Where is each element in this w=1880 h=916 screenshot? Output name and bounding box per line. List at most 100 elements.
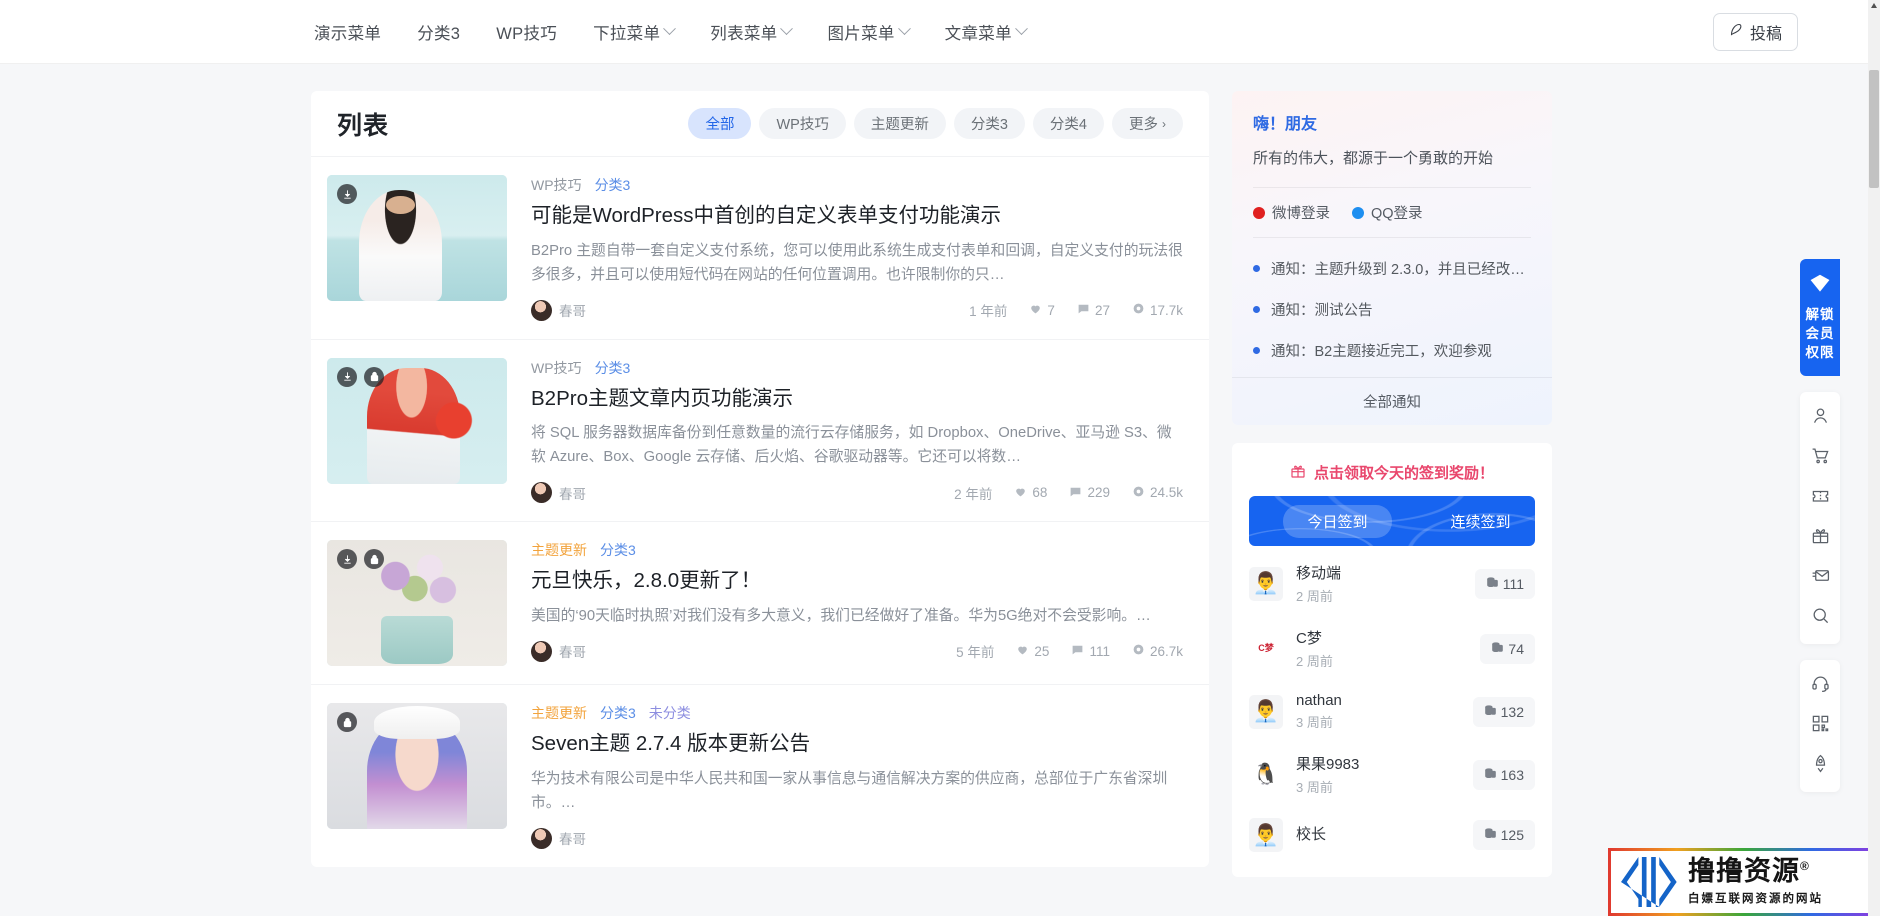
rail-button-ticket[interactable]: [1800, 478, 1840, 518]
article-thumbnail[interactable]: [327, 357, 507, 484]
article-author[interactable]: 春哥: [531, 640, 586, 662]
view-count: 17.7k: [1132, 302, 1183, 318]
article-category-link[interactable]: WP技巧: [531, 358, 582, 378]
signin-user-row[interactable]: 👨‍💼 nathan 3 周前 132: [1249, 681, 1535, 742]
signin-user-points: 125: [1472, 820, 1535, 850]
article-category-link[interactable]: 分类3: [595, 175, 631, 195]
like-count[interactable]: 7: [1029, 302, 1055, 318]
filter-chip-6[interactable]: 更多 ›: [1112, 108, 1183, 139]
signin-user-row[interactable]: 👨‍💼 移动端 2 周前 111: [1249, 551, 1535, 616]
view-all-notices-button[interactable]: 全部通知: [1232, 377, 1552, 425]
signin-reward-link[interactable]: 点击领取今天的签到奖励！: [1232, 443, 1552, 496]
article-category-link[interactable]: WP技巧: [531, 175, 582, 195]
article-category-link[interactable]: 分类3: [595, 358, 631, 378]
download-icon[interactable]: [337, 366, 357, 387]
nav-item-2[interactable]: 分类3: [399, 20, 478, 44]
signin-user-points-value: 74: [1508, 640, 1524, 657]
nav-item-1[interactable]: 演示菜单: [296, 20, 399, 44]
article-item[interactable]: 主题更新 分类3 未分类 Seven主题 2.7.4 版本更新公告 华为技术有限公司是中…: [311, 685, 1209, 867]
rail-button-search[interactable]: [1800, 598, 1840, 638]
signin-user-row[interactable]: 🐧 果果9983 3 周前 163: [1249, 742, 1535, 807]
filter-chip-4[interactable]: 分类3: [953, 108, 1025, 139]
signin-tab-2[interactable]: 连续签到: [1426, 511, 1535, 532]
signin-user-points-value: 125: [1500, 827, 1524, 843]
filter-chip-1[interactable]: 全部: [688, 108, 752, 139]
filter-chip-5[interactable]: 分类4: [1032, 108, 1104, 139]
avatar: C梦: [1249, 631, 1283, 666]
signin-user-time: 3 周前: [1296, 780, 1333, 795]
article-body: 主题更新 分类3 未分类 Seven主题 2.7.4 版本更新公告 华为技术有限公司是中…: [507, 703, 1183, 849]
comment-count[interactable]: 27: [1077, 302, 1110, 318]
rail-button-rocket[interactable]: [1800, 746, 1840, 786]
thumbnail-badge-group: [337, 366, 384, 387]
lock-icon[interactable]: [364, 549, 384, 570]
like-count[interactable]: 25: [1016, 643, 1049, 659]
nav-item-6[interactable]: 图片菜单: [809, 20, 926, 44]
vip-line-1: 解锁: [1805, 307, 1835, 322]
rail-button-qrcode[interactable]: [1800, 706, 1840, 746]
list-header: 列表 全部 WP技巧 主题更新 分类3 分类4 更多 ›: [311, 91, 1209, 157]
unlock-vip-button[interactable]: 解锁 会员 权限: [1800, 259, 1840, 377]
article-category-link[interactable]: 未分类: [649, 703, 691, 723]
page-scrollbar[interactable]: [1868, 0, 1880, 916]
download-icon[interactable]: [337, 549, 357, 570]
article-title[interactable]: B2Pro主题文章内页功能演示: [531, 385, 1183, 414]
signin-user-points: 163: [1472, 759, 1535, 790]
signin-tab-1[interactable]: 今日签到: [1283, 504, 1392, 538]
article-item[interactable]: 主题更新 分类3 元旦快乐，2.8.0更新了！ 美国的‘90天临时执照’对我们没有多大…: [311, 522, 1209, 686]
filter-chip-2[interactable]: WP技巧: [759, 108, 846, 139]
rail-button-user[interactable]: [1800, 398, 1840, 438]
article-category-link[interactable]: 分类3: [600, 540, 636, 560]
signin-user-row[interactable]: C梦 C梦 2 周前 74: [1249, 616, 1535, 681]
article-list-panel: 列表 全部 WP技巧 主题更新 分类3 分类4 更多 › WP技巧 分类3 可能是WordPre…: [311, 91, 1209, 867]
rail-button-gift[interactable]: [1800, 518, 1840, 558]
scroll-up-arrow-icon[interactable]: [1871, 3, 1877, 8]
nav-item-4[interactable]: 下拉菜单: [575, 20, 692, 44]
signin-user-row[interactable]: 👨‍💼 校长 125: [1249, 807, 1535, 863]
nav-item-5[interactable]: 列表菜单: [692, 20, 809, 44]
article-time: 2 年前: [954, 486, 993, 502]
headset-icon: [1811, 674, 1830, 698]
rail-button-mail[interactable]: [1800, 558, 1840, 598]
rail-button-headset[interactable]: [1800, 666, 1840, 706]
lock-icon[interactable]: [364, 366, 384, 387]
notice-item[interactable]: 通知：测试公告: [1253, 289, 1531, 330]
filter-chip-3[interactable]: 主题更新: [853, 108, 946, 139]
article-list: WP技巧 分类3 可能是WordPress中首创的自定义表单支付功能演示 B2Pro …: [311, 157, 1209, 867]
article-item[interactable]: WP技巧 分类3 可能是WordPress中首创的自定义表单支付功能演示 B2Pro …: [311, 157, 1209, 340]
social-login-group: 微博登录 QQ登录: [1232, 188, 1552, 237]
like-count[interactable]: 68: [1014, 485, 1047, 501]
scrollbar-thumb[interactable]: [1869, 70, 1879, 188]
article-time: 5 年前: [956, 645, 995, 661]
comment-icon: [1077, 302, 1090, 318]
lock-icon[interactable]: [337, 712, 357, 733]
article-thumbnail[interactable]: [327, 540, 507, 667]
comment-count[interactable]: 229: [1069, 485, 1110, 501]
ticket-icon: [1811, 486, 1830, 510]
article-author[interactable]: 春哥: [531, 827, 586, 849]
article-category-link[interactable]: 主题更新: [531, 540, 587, 560]
article-title[interactable]: 元旦快乐，2.8.0更新了！: [531, 567, 1183, 596]
nav-item-7[interactable]: 文章菜单: [927, 20, 1044, 44]
notice-item[interactable]: 通知：B2主题接近完工，欢迎参观: [1253, 330, 1531, 371]
article-author[interactable]: 春哥: [531, 482, 586, 504]
social-login-2[interactable]: QQ登录: [1352, 202, 1423, 223]
article-item[interactable]: WP技巧 分类3 B2Pro主题文章内页功能演示将 SQL 服务器数据库备份到任意数…: [311, 340, 1209, 523]
rail-button-cart[interactable]: [1800, 438, 1840, 478]
social-login-1[interactable]: 微博登录: [1253, 202, 1330, 223]
article-thumbnail[interactable]: [327, 703, 507, 830]
article-category-link[interactable]: 主题更新: [531, 703, 587, 723]
comment-count[interactable]: 111: [1071, 643, 1110, 659]
notice-item[interactable]: 通知：主题升级到 2.3.0，并且已经改…: [1253, 248, 1531, 289]
article-category-link[interactable]: 分类3: [600, 703, 636, 723]
submit-post-button[interactable]: 投稿: [1712, 13, 1798, 51]
article-thumbnail[interactable]: [327, 175, 507, 301]
signin-user-list: 👨‍💼 移动端 2 周前 111 C梦 C梦 2 周前 74 👨‍💼 nathan 3 周前 132 🐧…: [1232, 546, 1552, 877]
rail-group-primary: [1800, 392, 1840, 645]
article-author[interactable]: 春哥: [531, 299, 586, 321]
article-title[interactable]: 可能是WordPress中首创的自定义表单支付功能演示: [531, 202, 1183, 231]
signin-user-points: 132: [1472, 696, 1535, 727]
download-icon[interactable]: [337, 184, 357, 204]
article-title[interactable]: Seven主题 2.7.4 版本更新公告: [531, 730, 1183, 759]
nav-item-3[interactable]: WP技巧: [478, 20, 575, 44]
